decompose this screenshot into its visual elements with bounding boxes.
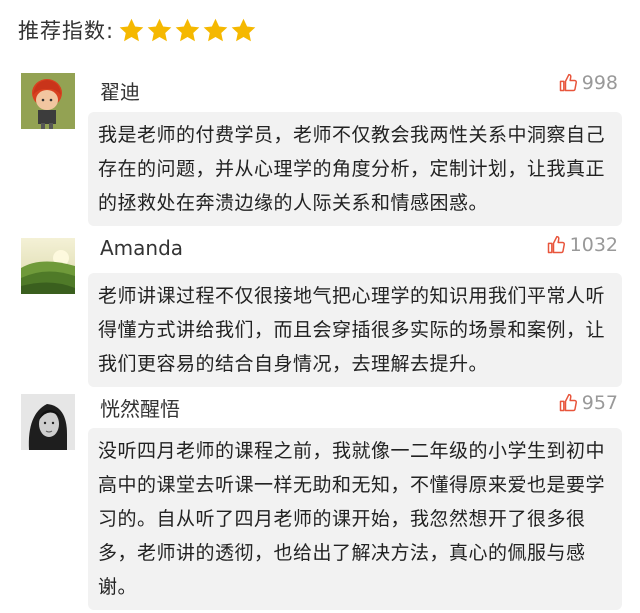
thumbs-up-icon	[558, 393, 578, 413]
avatar[interactable]	[21, 238, 75, 294]
like-button[interactable]: 1032	[546, 234, 618, 256]
username[interactable]: 翟迪	[100, 76, 140, 105]
star-icon	[174, 17, 201, 44]
username[interactable]: Amanda	[100, 236, 183, 260]
like-button[interactable]: 957	[558, 392, 618, 414]
rating-label: 推荐指数:	[18, 19, 115, 43]
rating-row: 推荐指数:	[18, 14, 258, 46]
like-count: 1032	[569, 234, 618, 256]
like-count: 998	[581, 72, 618, 94]
comment-text: 没听四月老师的课程之前，我就像一二年级的小学生到初中高中的课堂去听课一样无助和无…	[88, 428, 622, 610]
avatar[interactable]	[21, 73, 75, 129]
star-icon	[230, 17, 257, 44]
thumbs-up-icon	[558, 73, 578, 93]
black-white-portrait-avatar-icon	[21, 394, 75, 450]
comment-text: 我是老师的付费学员，老师不仅教会我两性关系中洞察自己存在的问题，并从心理学的角度…	[88, 112, 622, 226]
star-icon	[118, 17, 145, 44]
star-rating	[118, 17, 258, 44]
star-icon	[146, 17, 173, 44]
like-count: 957	[581, 392, 618, 414]
thumbs-up-icon	[546, 235, 566, 255]
green-hills-landscape-avatar-icon	[21, 238, 75, 294]
cartoon-red-hair-avatar-icon	[21, 73, 75, 129]
avatar[interactable]	[21, 394, 75, 450]
comment-text: 老师讲课过程不仅很接地气把心理学的知识用我们平常人听得懂方式讲给我们，而且会穿插…	[88, 273, 622, 387]
username[interactable]: 恍然醒悟	[100, 393, 180, 422]
star-icon	[202, 17, 229, 44]
like-button[interactable]: 998	[558, 72, 618, 94]
